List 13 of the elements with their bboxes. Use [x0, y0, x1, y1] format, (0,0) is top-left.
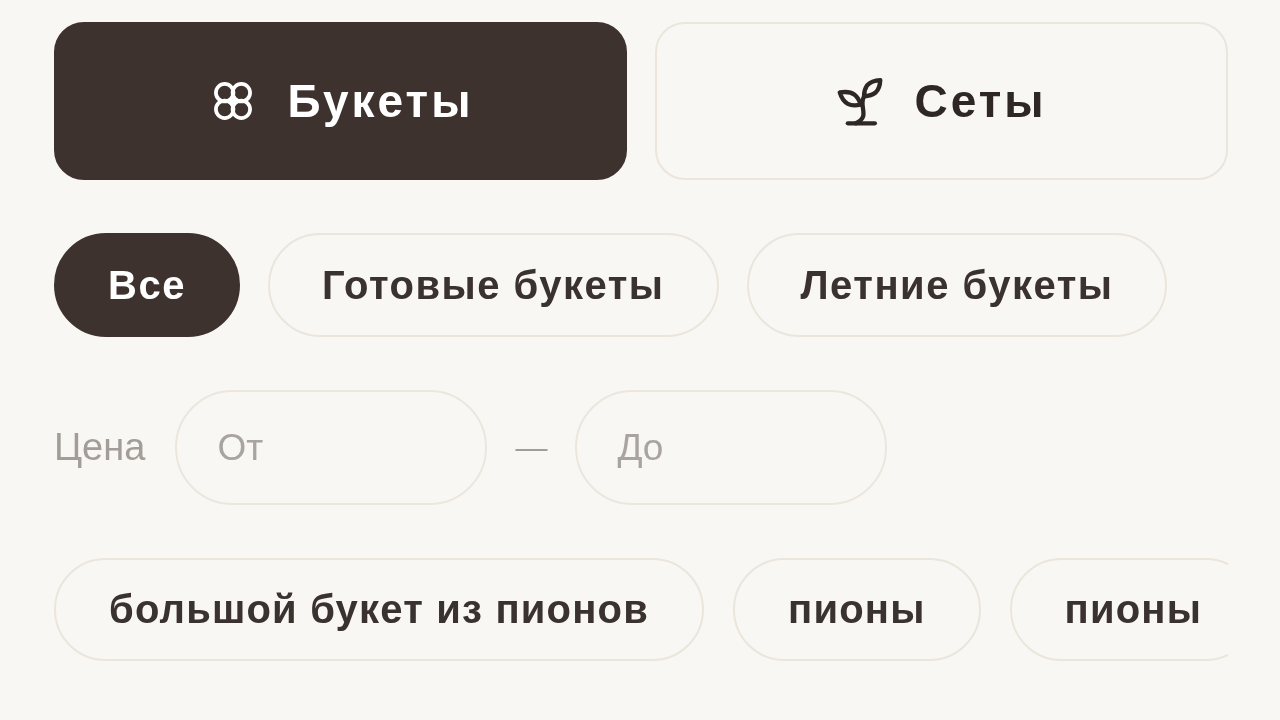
- price-from-field[interactable]: От: [175, 390, 488, 505]
- price-label: Цена: [54, 426, 146, 469]
- search-tag[interactable]: большой букет из пионов: [54, 558, 705, 661]
- sprout-icon: [836, 76, 885, 126]
- filter-chip[interactable]: Готовые букеты: [267, 233, 719, 337]
- search-tag[interactable]: пионы: [733, 558, 981, 661]
- search-tag[interactable]: пионы: [1009, 558, 1228, 661]
- price-to-field[interactable]: До: [575, 390, 888, 505]
- category-tab[interactable]: Сеты: [655, 22, 1228, 180]
- category-tab[interactable]: Букеты: [54, 22, 627, 180]
- range-dash: —: [515, 429, 548, 466]
- filter-chip[interactable]: Летние букеты: [746, 233, 1168, 337]
- filter-chip[interactable]: Все: [54, 233, 240, 337]
